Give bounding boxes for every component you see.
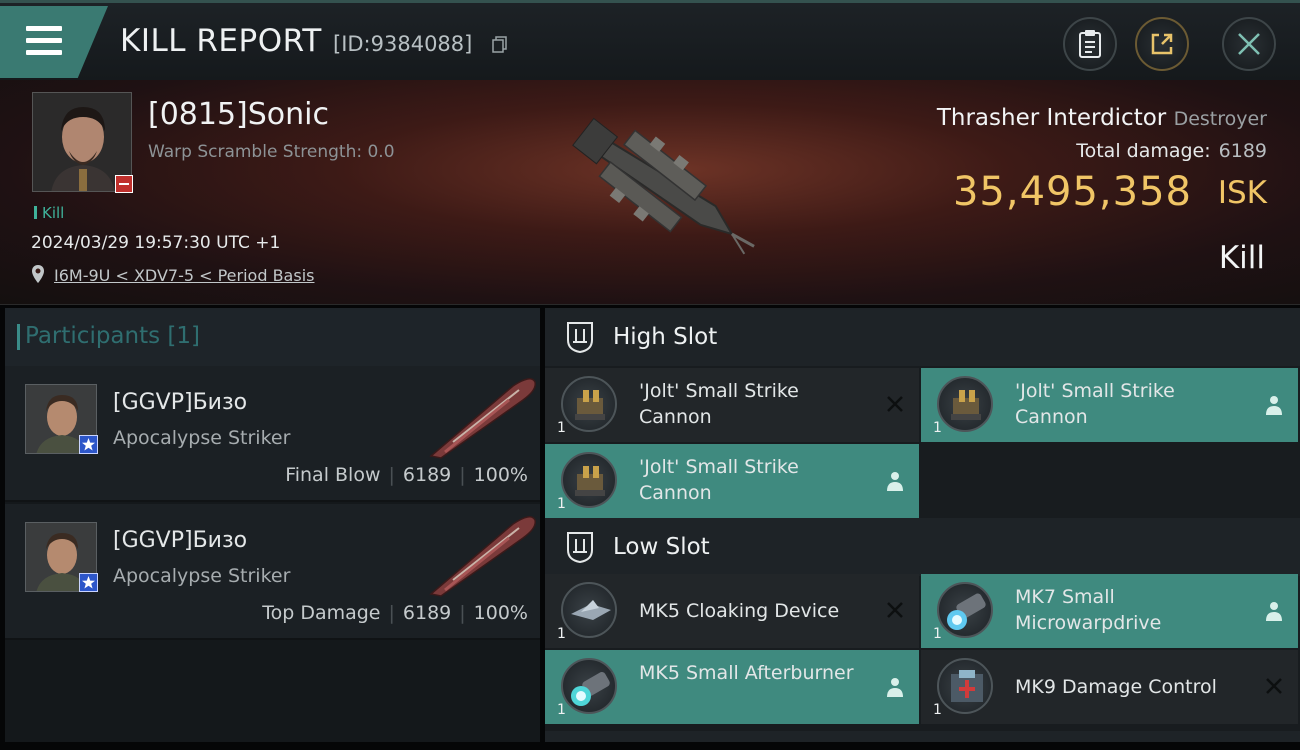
module-item[interactable]: 1 'Jolt' Small Strike Cannon [545, 368, 919, 442]
low-slot-header: Low Slot [545, 518, 1300, 576]
participants-header: Participants [1] [5, 308, 540, 366]
participant-stats: Final Blow | 6189 | 100% [285, 464, 528, 486]
menu-button[interactable] [0, 6, 108, 78]
kill-tag: Kill [34, 204, 64, 222]
clipboard-icon [1079, 30, 1101, 58]
afterburner-icon [561, 658, 617, 714]
close-icon [1238, 33, 1260, 55]
module-name: MK7 Small Microwarpdrive [1015, 586, 1162, 634]
total-damage: Total damage: 6189 [1076, 140, 1267, 162]
ship-type[interactable]: Thrasher Interdictor Destroyer [937, 105, 1267, 131]
ship-image [572, 117, 755, 255]
participant-percent: 100% [473, 464, 528, 486]
ship-name: Thrasher Interdictor [936, 105, 1167, 131]
participant-name[interactable]: [GGVP]Бизо [113, 390, 247, 415]
participant-ship: Apocalypse Striker [113, 565, 291, 587]
person-icon [887, 472, 903, 491]
destroyed-icon [887, 396, 903, 412]
person-icon [1266, 396, 1282, 415]
module-quantity: 1 [557, 420, 566, 436]
participant-name[interactable]: [GGVP]Бизо [113, 528, 247, 553]
participant-row[interactable]: [GGVP]Бизо Apocalypse Striker Final Blow… [5, 366, 540, 502]
alliance-star-icon [79, 435, 98, 454]
module-name: 'Jolt' Small Strike Cannon [639, 380, 799, 428]
module-name: MK5 Small Afterburner [639, 662, 854, 684]
cannon-module-icon [561, 376, 617, 432]
module-item[interactable]: 1 MK5 Small Afterburner [545, 650, 919, 724]
total-damage-label: Total damage: [1076, 140, 1211, 162]
participant-percent: 100% [473, 602, 528, 624]
module-item[interactable]: 1 'Jolt' Small Strike Cannon [545, 444, 919, 518]
share-icon [1151, 33, 1173, 55]
page-title: KILL REPORT [120, 23, 322, 59]
cannon-module-icon [561, 452, 617, 508]
cannon-module-icon [937, 376, 993, 432]
high-slot-icon [567, 322, 593, 354]
module-quantity: 1 [933, 702, 942, 718]
participant-row[interactable]: [GGVP]Бизо Apocalypse Striker Top Damage… [5, 504, 540, 640]
participants-label: Participants [25, 323, 161, 349]
participants-count: [1] [167, 323, 201, 349]
share-button[interactable] [1135, 17, 1189, 71]
copy-icon[interactable] [492, 36, 508, 54]
low-slot-label: Low Slot [613, 534, 710, 560]
location-link[interactable]: I6M-9U < XDV7-5 < Period Basis [54, 266, 314, 285]
participant-ship-image [429, 516, 536, 597]
module-name: MK5 Cloaking Device [639, 600, 840, 622]
module-item[interactable]: 1 MK9 Damage Control [921, 650, 1298, 724]
module-quantity: 1 [933, 626, 942, 642]
cloaking-device-icon [561, 582, 617, 638]
victim-banner: [0815]Sonic Warp Scramble Strength: 0.0 … [0, 80, 1300, 305]
module-quantity: 1 [933, 420, 942, 436]
total-damage-value: 6189 [1218, 140, 1267, 162]
participant-role: Top Damage [262, 602, 381, 624]
module-item[interactable]: 1 MK7 Small Microwarpdrive [921, 574, 1298, 648]
kill-result: Kill [1218, 240, 1265, 276]
participants-title: Participants [1] [16, 323, 201, 350]
participant-role: Final Blow [285, 464, 381, 486]
destroyed-icon [1266, 678, 1282, 694]
module-quantity: 1 [557, 496, 566, 512]
isk-value: 35,495,358 [952, 169, 1192, 215]
low-slot-icon [567, 532, 593, 564]
clipboard-button[interactable] [1063, 17, 1117, 71]
corp-badge [115, 175, 133, 193]
kill-timestamp: 2024/03/29 19:57:30 UTC +1 [31, 233, 281, 253]
module-name: 'Jolt' Small Strike Cannon [1015, 380, 1175, 428]
destroyed-icon [887, 602, 903, 618]
participant-damage: 6189 [402, 602, 452, 624]
participants-panel: Participants [1] [GGVP]Бизо Apocalypse S… [5, 308, 540, 742]
location-pin-icon [32, 265, 44, 283]
high-slot-header: High Slot [545, 308, 1300, 366]
isk-unit: ISK [1217, 175, 1267, 211]
module-name: 'Jolt' Small Strike Cannon [639, 456, 799, 504]
damage-control-icon [937, 658, 993, 714]
microwarpdrive-icon [937, 582, 993, 638]
fittings-panel: High Slot 1 'Jolt' Small Strike Cannon 1… [545, 308, 1300, 742]
module-item[interactable]: 1 'Jolt' Small Strike Cannon [921, 368, 1298, 442]
participant-stats: Top Damage | 6189 | 100% [262, 602, 528, 624]
victim-name[interactable]: [0815]Sonic [148, 97, 329, 132]
module-quantity: 1 [557, 626, 566, 642]
ship-class: Destroyer [1173, 108, 1267, 130]
alliance-star-icon [79, 573, 98, 592]
header-bar: KILL REPORT [ID:9384088] [0, 0, 1300, 80]
module-quantity: 1 [557, 702, 566, 718]
module-name: MK9 Damage Control [1015, 676, 1217, 698]
person-icon [887, 678, 903, 697]
person-icon [1266, 602, 1282, 621]
high-slot-label: High Slot [613, 324, 718, 350]
participant-damage: 6189 [402, 464, 452, 486]
module-item[interactable]: 1 MK5 Cloaking Device [545, 574, 919, 648]
participant-ship-image [429, 378, 536, 459]
next-slot-header [545, 731, 1300, 742]
report-id: [ID:9384088] [333, 32, 473, 56]
close-button[interactable] [1222, 17, 1276, 71]
warp-scramble-strength: Warp Scramble Strength: 0.0 [148, 142, 395, 162]
participant-ship: Apocalypse Striker [113, 427, 291, 449]
